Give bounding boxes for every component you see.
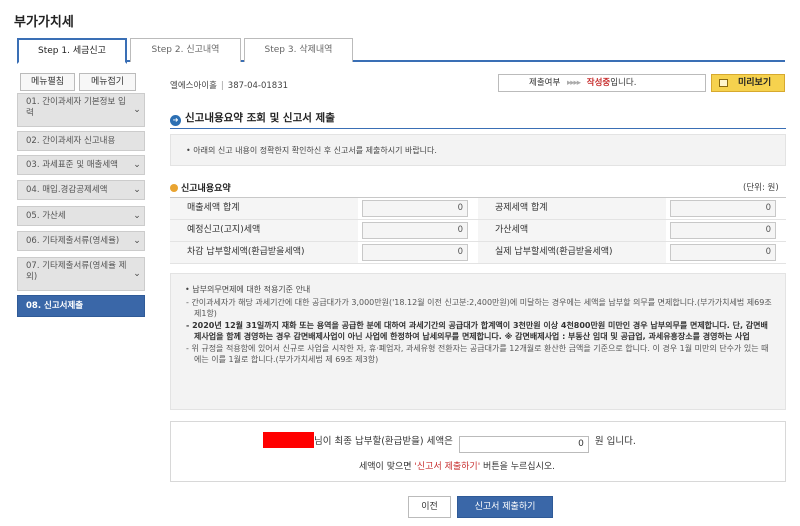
net-payable-field: 0 bbox=[362, 244, 468, 261]
deduction-total-field: 0 bbox=[670, 200, 776, 217]
preview-label: 미리보기 bbox=[738, 78, 772, 88]
document-icon bbox=[719, 79, 728, 87]
chevron-down-icon: ⌄ bbox=[133, 105, 141, 115]
arrow-circle-icon: ➜ bbox=[170, 115, 181, 126]
sidebar-item-label: 07. 기타제출서류(영세율 제외) bbox=[26, 261, 127, 282]
actual-payable-label: 실제 납부할세액(환급받을세액) bbox=[478, 242, 666, 263]
tab-step3[interactable]: Step 3. 삭제내역 bbox=[244, 38, 353, 62]
unit-label: (단위: 원) bbox=[743, 183, 779, 193]
summary-table: 매출세액 합계 0 공제세액 합계 0 예정신고(고지)세액 0 가산세액 0 … bbox=[170, 197, 786, 264]
summary-row: 매출세액 합계 0 공제세액 합계 0 bbox=[170, 198, 786, 220]
sidebar-item-label: 01. 간이과세자 기본정보 입력 bbox=[26, 97, 126, 118]
prev-button[interactable]: 이전 bbox=[408, 496, 451, 518]
deduction-total-label: 공제세액 합계 bbox=[478, 198, 666, 219]
page-title: 부가가치세 bbox=[14, 15, 74, 30]
summary-heading: 신고내용요약 bbox=[170, 181, 231, 194]
summary-title: 신고내용요약 bbox=[181, 184, 231, 194]
sidebar-item-tax-base[interactable]: 03. 과세표준 및 매출세액 ⌄ bbox=[17, 155, 145, 175]
notice-text: 아래의 신고 내용이 정확한지 확인하신 후 신고서를 제출하시기 바랍니다. bbox=[193, 146, 437, 155]
net-payable-label: 차감 납부할세액(환급받을세액) bbox=[170, 242, 358, 263]
sidebar-item-basic-info[interactable]: 01. 간이과세자 기본정보 입력 ⌄ bbox=[17, 93, 145, 127]
chevron-down-icon: ⌄ bbox=[133, 269, 141, 279]
submission-status: 제출여부 ▸▸▸▸ 작성중입니다. bbox=[498, 74, 706, 92]
dot-icon bbox=[170, 184, 178, 192]
penalty-tax-field: 0 bbox=[670, 222, 776, 239]
actual-payable-field: 0 bbox=[670, 244, 776, 261]
sidebar-item-label: 08. 신고서제출 bbox=[26, 301, 84, 311]
sales-tax-total-label: 매출세액 합계 bbox=[170, 198, 358, 219]
status-suffix: 입니다. bbox=[610, 78, 637, 88]
arrows-icon: ▸▸▸▸ bbox=[566, 78, 581, 88]
sidebar-item-penalty[interactable]: 05. 가산세 ⌄ bbox=[17, 206, 145, 226]
guide-item: - 위 규정을 적용함에 있어서 신규로 사업을 시작한 자, 휴·폐업자, 과… bbox=[186, 344, 769, 364]
summary-row: 예정신고(고지)세액 0 가산세액 0 bbox=[170, 220, 786, 242]
guide-item: - 간이과세자가 해당 과세기간에 대한 공급대가가 3,000만원('18.1… bbox=[186, 298, 772, 318]
sales-tax-total-field: 0 bbox=[362, 200, 468, 217]
sidebar-item-label: 04. 매입.경감공제세액 bbox=[26, 185, 108, 195]
status-value: 작성중 bbox=[586, 78, 611, 88]
business-number: 387-04-01831 bbox=[227, 81, 289, 91]
confirm-instruction: 세액이 맞으면 '신고서 제출하기' 버튼을 누르십시오. bbox=[359, 462, 556, 472]
section-divider bbox=[170, 128, 786, 129]
section-title: 신고내용요약 조회 및 신고서 제출 bbox=[185, 112, 335, 124]
business-info: 엘에스아이홀 | 387-04-01831 bbox=[170, 81, 289, 91]
final-amount-line: 님이 최종 납부할(환급받을) 세액은 0 원 입니다. bbox=[263, 432, 636, 453]
summary-row: 차감 납부할세액(환급받을세액) 0 실제 납부할세액(환급받을세액) 0 bbox=[170, 242, 786, 264]
redacted-name bbox=[263, 432, 314, 448]
final-text-before: 님이 최종 납부할(환급받을) 세액은 bbox=[314, 436, 453, 447]
preliminary-tax-field: 0 bbox=[362, 222, 468, 239]
menu-collapse-button[interactable]: 메뉴접기 bbox=[79, 73, 136, 91]
sidebar-item-other-docs-zero[interactable]: 06. 기타제출서류(영세율) ⌄ bbox=[17, 231, 145, 251]
submit-report-button[interactable]: 신고서 제출하기 bbox=[457, 496, 553, 518]
chevron-down-icon: ⌄ bbox=[133, 185, 141, 195]
tab-step1[interactable]: Step 1. 세금신고 bbox=[17, 38, 127, 64]
step-tabs: Step 1. 세금신고 Step 2. 신고내역 Step 3. 삭제내역 bbox=[17, 38, 785, 64]
final-text-after: 원 입니다. bbox=[594, 436, 636, 447]
sidebar-item-label: 02. 간이과세자 신고내용 bbox=[26, 136, 116, 146]
chevron-down-icon: ⌄ bbox=[133, 160, 141, 170]
guide-heading: • 납부의무면제에 대한 적용기준 안내 bbox=[185, 285, 311, 294]
guide-box: • 납부의무면제에 대한 적용기준 안내 - 간이과세자가 해당 과세기간에 대… bbox=[170, 273, 786, 410]
sidebar-item-label: 05. 가산세 bbox=[26, 211, 66, 221]
notice-box: • 아래의 신고 내용이 정확한지 확인하신 후 신고서를 제출하시기 바랍니다… bbox=[170, 134, 786, 166]
preliminary-tax-label: 예정신고(고지)세액 bbox=[170, 220, 358, 241]
final-amount-field: 0 bbox=[458, 436, 589, 453]
chevron-down-icon: ⌄ bbox=[133, 211, 141, 221]
status-label: 제출여부 bbox=[529, 78, 561, 88]
tab-step2[interactable]: Step 2. 신고내역 bbox=[130, 38, 241, 62]
sidebar-item-submit[interactable]: 08. 신고서제출 bbox=[17, 295, 145, 317]
sidebar-item-label: 06. 기타제출서류(영세율) bbox=[26, 236, 120, 246]
menu-expand-button[interactable]: 메뉴펼침 bbox=[20, 73, 75, 91]
sidebar-item-label: 03. 과세표준 및 매출세액 bbox=[26, 160, 119, 170]
section-heading: ➜ 신고내용요약 조회 및 신고서 제출 bbox=[170, 110, 335, 126]
guide-item: - 2020년 12월 31일까지 재화 또는 용역을 공급한 분에 대하여 과… bbox=[186, 321, 768, 341]
sidebar-item-other-docs[interactable]: 07. 기타제출서류(영세율 제외) ⌄ bbox=[17, 257, 145, 291]
final-amount-box: 님이 최종 납부할(환급받을) 세액은 0 원 입니다. 세액이 맞으면 '신고… bbox=[170, 421, 786, 482]
preview-button[interactable]: 미리보기 bbox=[711, 74, 785, 92]
business-name: 엘에스아이홀 bbox=[170, 81, 217, 91]
penalty-tax-label: 가산세액 bbox=[478, 220, 666, 241]
chevron-down-icon: ⌄ bbox=[133, 236, 141, 246]
sidebar-item-report-content[interactable]: 02. 간이과세자 신고내용 bbox=[17, 131, 145, 151]
sidebar-item-purchase-deduction[interactable]: 04. 매입.경감공제세액 ⌄ bbox=[17, 180, 145, 200]
